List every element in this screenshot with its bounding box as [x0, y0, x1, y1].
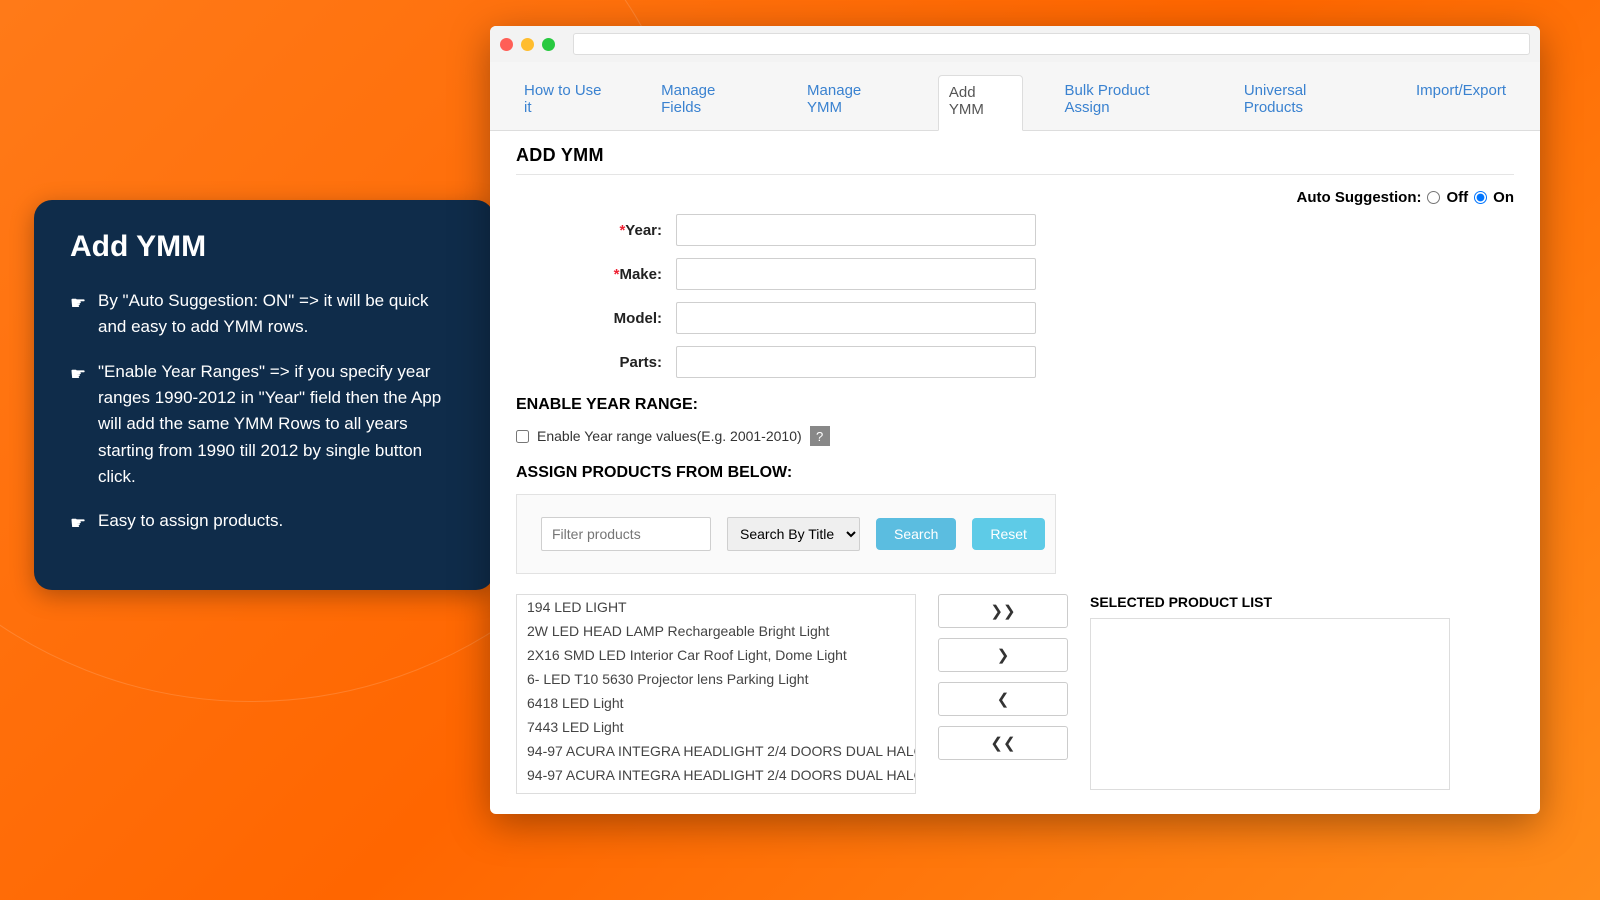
year-input[interactable] — [676, 214, 1036, 246]
tab-import-export[interactable]: Import/Export — [1406, 74, 1516, 130]
callout-bullet: ☛ "Enable Year Ranges" => if you specify… — [70, 359, 458, 491]
divider — [516, 174, 1514, 175]
callout-text: Easy to assign products. — [98, 508, 283, 538]
list-item[interactable]: 2W LED HEAD LAMP Rechargeable Bright Lig… — [517, 619, 915, 643]
year-range-option: Enable Year range values(E.g. 2001-2010)… — [516, 426, 1514, 446]
filter-input[interactable] — [541, 517, 711, 551]
selected-list-title: SELECTED PRODUCT LIST — [1090, 594, 1514, 610]
make-label: *Make: — [516, 266, 676, 283]
list-item[interactable]: 94-97 ACURA INTEGRA HEADLIGHT 2/4 DOORS … — [517, 763, 915, 787]
filter-box: Search By Title Search Reset — [516, 494, 1056, 574]
year-label: *Year: — [516, 222, 676, 239]
selected-products-list[interactable] — [1090, 618, 1450, 790]
auto-suggestion-row: Auto Suggestion: Off On — [516, 189, 1514, 206]
pointer-icon: ☛ — [70, 288, 98, 341]
parts-input[interactable] — [676, 346, 1036, 378]
field-model-row: Model: — [516, 302, 1514, 334]
field-make-row: *Make: — [516, 258, 1514, 290]
help-callout: Add YMM ☛ By "Auto Suggestion: ON" => it… — [34, 200, 494, 590]
model-label: Model: — [516, 310, 676, 327]
chevron-left-icon: ❮ — [997, 690, 1010, 708]
list-item[interactable]: 94-97 ACURA INTEGRA HEADLIGHT HALO PROJE… — [517, 787, 915, 794]
tab-manage-fields[interactable]: Manage Fields — [651, 74, 765, 130]
move-all-left-button[interactable]: ❮❮ — [938, 726, 1068, 760]
callout-text: "Enable Year Ranges" => if you specify y… — [98, 359, 458, 491]
auto-suggestion-on-radio[interactable] — [1474, 191, 1487, 204]
move-right-button[interactable]: ❯ — [938, 638, 1068, 672]
callout-title: Add YMM — [70, 230, 458, 264]
assign-area: 194 LED LIGHT 2W LED HEAD LAMP Rechargea… — [516, 594, 1514, 794]
year-range-checkbox[interactable] — [516, 430, 529, 443]
page-body: ADD YMM Auto Suggestion: Off On *Year: *… — [490, 130, 1540, 814]
double-chevron-left-icon: ❮❮ — [990, 734, 1015, 752]
list-item[interactable]: 94-97 ACURA INTEGRA HEADLIGHT 2/4 DOORS … — [517, 739, 915, 763]
close-icon[interactable] — [500, 38, 513, 51]
selected-column: SELECTED PRODUCT LIST — [1090, 594, 1514, 790]
list-item[interactable]: 7443 LED Light — [517, 715, 915, 739]
callout-bullet: ☛ Easy to assign products. — [70, 508, 458, 538]
chevron-right-icon: ❯ — [997, 646, 1010, 664]
tab-how-to-use[interactable]: How to Use it — [514, 74, 619, 130]
callout-text: By "Auto Suggestion: ON" => it will be q… — [98, 288, 458, 341]
search-by-select[interactable]: Search By Title — [727, 517, 860, 551]
auto-suggestion-off-radio[interactable] — [1427, 191, 1440, 204]
pointer-icon: ☛ — [70, 508, 98, 538]
list-item[interactable]: 2X16 SMD LED Interior Car Roof Light, Do… — [517, 643, 915, 667]
field-year-row: *Year: — [516, 214, 1514, 246]
list-item[interactable]: 6- LED T10 5630 Projector lens Parking L… — [517, 667, 915, 691]
year-range-label: Enable Year range values(E.g. 2001-2010) — [537, 428, 802, 444]
move-left-button[interactable]: ❮ — [938, 682, 1068, 716]
tab-bulk-assign[interactable]: Bulk Product Assign — [1055, 74, 1202, 130]
year-range-section-title: ENABLE YEAR RANGE: — [516, 396, 1514, 414]
off-label: Off — [1446, 189, 1468, 206]
help-icon[interactable]: ? — [810, 426, 830, 446]
window-title-bar — [490, 26, 1540, 62]
tab-universal[interactable]: Universal Products — [1234, 74, 1374, 130]
move-buttons: ❯❯ ❯ ❮ ❮❮ — [938, 594, 1068, 760]
callout-bullet: ☛ By "Auto Suggestion: ON" => it will be… — [70, 288, 458, 341]
double-chevron-right-icon: ❯❯ — [990, 602, 1015, 620]
move-all-right-button[interactable]: ❯❯ — [938, 594, 1068, 628]
make-input[interactable] — [676, 258, 1036, 290]
pointer-icon: ☛ — [70, 359, 98, 491]
page-title: ADD YMM — [516, 145, 1514, 166]
app-window: How to Use it Manage Fields Manage YMM A… — [490, 26, 1540, 814]
model-input[interactable] — [676, 302, 1036, 334]
field-parts-row: Parts: — [516, 346, 1514, 378]
auto-suggestion-label: Auto Suggestion: — [1297, 189, 1422, 206]
list-item[interactable]: 6418 LED Light — [517, 691, 915, 715]
search-button[interactable]: Search — [876, 518, 956, 550]
available-products-list[interactable]: 194 LED LIGHT 2W LED HEAD LAMP Rechargea… — [516, 594, 916, 794]
reset-button[interactable]: Reset — [972, 518, 1045, 550]
tab-manage-ymm[interactable]: Manage YMM — [797, 74, 906, 130]
on-label: On — [1493, 189, 1514, 206]
parts-label: Parts: — [516, 354, 676, 371]
maximize-icon[interactable] — [542, 38, 555, 51]
minimize-icon[interactable] — [521, 38, 534, 51]
tab-bar: How to Use it Manage Fields Manage YMM A… — [490, 62, 1540, 130]
list-item[interactable]: 194 LED LIGHT — [517, 595, 915, 619]
tab-add-ymm[interactable]: Add YMM — [938, 75, 1023, 131]
assign-section-title: ASSIGN PRODUCTS FROM BELOW: — [516, 464, 1514, 482]
address-bar[interactable] — [573, 33, 1530, 55]
